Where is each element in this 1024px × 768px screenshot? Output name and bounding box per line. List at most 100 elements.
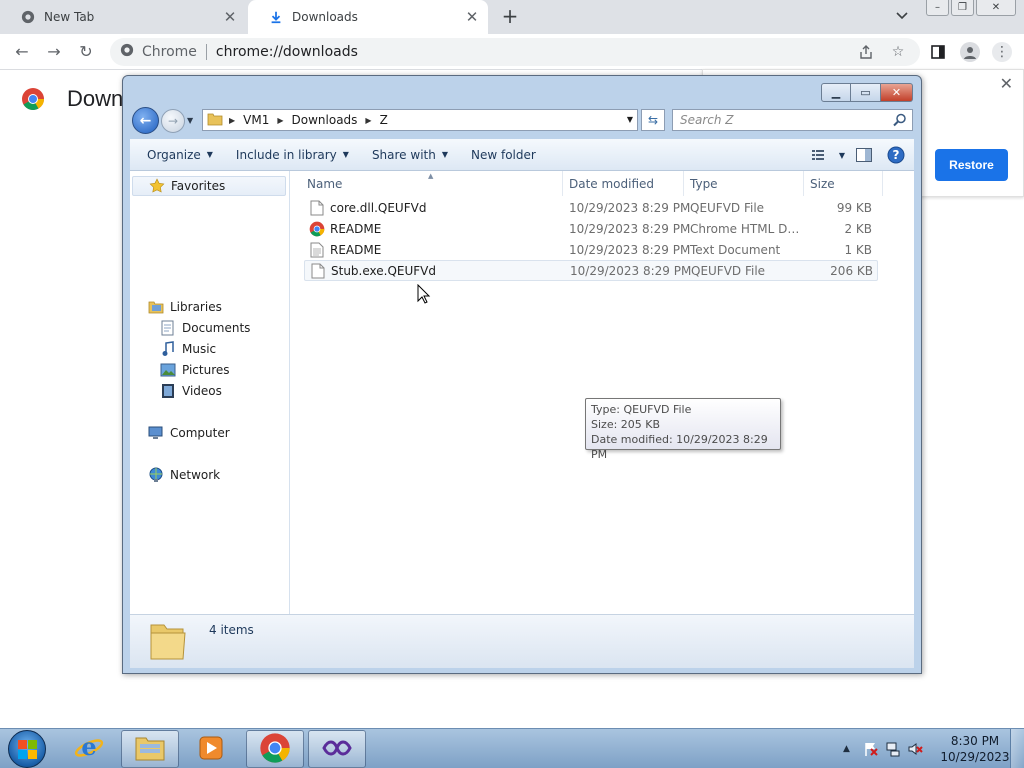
include-in-library-button[interactable]: Include in library ▼: [230, 148, 355, 162]
search-input[interactable]: Search Z: [672, 109, 913, 131]
explorer-window-controls: ▁ ▭ ✕: [821, 83, 913, 102]
address-dropdown-icon[interactable]: ▼: [627, 115, 633, 124]
videos-icon: [160, 383, 176, 399]
bookmark-star-icon[interactable]: ☆: [888, 42, 908, 62]
reload-icon[interactable]: ↻: [76, 42, 96, 62]
nav-pictures-label: Pictures: [182, 363, 230, 377]
file-row[interactable]: README 10/29/2023 8:29 PM Chrome HTML Do…: [304, 218, 878, 239]
omnibox[interactable]: Chrome chrome://downloads: [110, 38, 920, 66]
profile-avatar-icon[interactable]: [960, 42, 980, 62]
maximize-button[interactable]: ▭: [851, 83, 881, 102]
file-date: 10/29/2023 8:29 PM: [570, 263, 692, 278]
breadcrumb-arrow-icon[interactable]: ▶: [277, 116, 283, 125]
column-header-size[interactable]: Size: [804, 171, 883, 196]
blank-file-icon: [310, 263, 326, 279]
file-type: Text Document: [690, 242, 781, 257]
clock-time: 8:30 PM: [950, 734, 1000, 748]
file-row[interactable]: README 10/29/2023 8:29 PM Text Document …: [304, 239, 878, 260]
network-status-icon[interactable]: [884, 741, 902, 757]
share-with-button[interactable]: Share with ▼: [366, 148, 454, 162]
network-icon: [148, 467, 164, 483]
close-button[interactable]: ✕: [881, 83, 913, 102]
star-icon: [149, 178, 165, 194]
minimize-button[interactable]: –: [926, 0, 949, 16]
restore-button[interactable]: Restore: [935, 149, 1008, 181]
tab-new-tab[interactable]: New Tab ✕: [0, 0, 246, 34]
breadcrumb-arrow-icon[interactable]: ▶: [365, 116, 371, 125]
show-desktop-button[interactable]: [1010, 729, 1024, 768]
chevron-down-icon: ▼: [206, 150, 213, 159]
column-header-name[interactable]: Name: [301, 171, 563, 196]
nav-music[interactable]: Music: [160, 339, 216, 359]
breadcrumb-arrow-icon[interactable]: ▶: [229, 116, 235, 125]
file-tooltip: Type: QEUFVD File Size: 205 KB Date modi…: [585, 398, 781, 461]
computer-icon: [148, 425, 164, 441]
more-menu-icon[interactable]: ⋮: [992, 42, 1012, 62]
recent-pages-dropdown-icon[interactable]: ▼: [187, 116, 193, 125]
share-icon[interactable]: [856, 42, 876, 62]
back-arrow-icon[interactable]: ←: [12, 42, 32, 62]
folder-icon: [207, 112, 223, 129]
help-icon[interactable]: ?: [878, 146, 914, 164]
file-size: 1 KB: [844, 242, 872, 257]
minimize-button[interactable]: ▁: [821, 83, 851, 102]
taskbar-media-player[interactable]: [182, 730, 240, 768]
breadcrumb-z[interactable]: Z: [380, 113, 388, 127]
file-type: QEUFVD File: [690, 200, 765, 215]
preview-pane-icon[interactable]: [850, 148, 878, 162]
refresh-icon[interactable]: ⇆: [641, 109, 665, 131]
tab-search-chevron-icon[interactable]: [895, 8, 915, 26]
tab-close-icon[interactable]: ✕: [218, 8, 242, 26]
breadcrumb-downloads[interactable]: Downloads: [292, 113, 358, 127]
mouse-cursor-icon: [417, 283, 431, 307]
windows-logo-icon: [28, 750, 37, 759]
windows-logo-icon: [28, 740, 37, 749]
action-center-flag-icon[interactable]: [862, 741, 880, 757]
nav-network[interactable]: Network: [148, 465, 220, 485]
forward-arrow-icon[interactable]: →: [44, 42, 64, 62]
close-button[interactable]: ✕: [976, 0, 1016, 16]
media-player-icon: [198, 735, 224, 764]
column-header-type[interactable]: Type: [684, 171, 804, 196]
nav-favorites[interactable]: Favorites: [132, 176, 286, 196]
file-row[interactable]: core.dll.QEUFVd 10/29/2023 8:29 PM QEUFV…: [304, 197, 878, 218]
system-clock[interactable]: 8:30 PM 10/29/2023: [940, 733, 1010, 765]
organize-button[interactable]: Organize ▼: [141, 148, 219, 162]
documents-icon: [160, 320, 176, 336]
nav-libraries[interactable]: Libraries: [148, 297, 222, 317]
side-panel-icon[interactable]: [928, 42, 948, 62]
forward-arrow-icon[interactable]: →: [161, 109, 185, 133]
nav-videos[interactable]: Videos: [160, 381, 222, 401]
column-header-date[interactable]: Date modified: [563, 171, 684, 196]
view-dropdown-icon[interactable]: ▼: [834, 151, 850, 160]
breadcrumb-vm1[interactable]: VM1: [243, 113, 269, 127]
taskbar-visual-studio[interactable]: [308, 730, 366, 768]
file-row[interactable]: Stub.exe.QEUFVd 10/29/2023 8:29 PM QEUFV…: [304, 260, 878, 281]
show-hidden-icons-icon[interactable]: ▲: [843, 744, 850, 754]
tab-downloads[interactable]: Downloads ✕: [248, 0, 488, 34]
navigation-pane: Favorites Libraries Documents Music Pict…: [130, 171, 290, 614]
close-icon[interactable]: ✕: [1000, 74, 1013, 93]
file-size: 99 KB: [836, 200, 872, 215]
clock-date: 10/29/2023: [940, 750, 1010, 764]
view-options-icon[interactable]: [806, 149, 834, 161]
file-date: 10/29/2023 8:29 PM: [569, 200, 691, 215]
file-size: 2 KB: [844, 221, 872, 236]
new-folder-button[interactable]: New folder: [465, 148, 542, 162]
nav-computer[interactable]: Computer: [148, 423, 230, 443]
share-label: Share with: [371, 147, 436, 162]
taskbar-internet-explorer[interactable]: e: [60, 730, 118, 768]
volume-muted-icon[interactable]: [906, 741, 924, 757]
nav-documents[interactable]: Documents: [160, 318, 250, 338]
taskbar-chrome[interactable]: [246, 730, 304, 768]
svg-text:e: e: [81, 733, 96, 761]
address-bar[interactable]: ▶ VM1 ▶ Downloads ▶ Z ▼: [202, 109, 638, 131]
nav-pictures[interactable]: Pictures: [160, 360, 230, 380]
new-tab-button[interactable]: +: [498, 5, 522, 29]
tab-close-icon[interactable]: ✕: [460, 8, 484, 26]
maximize-button[interactable]: ❐: [951, 0, 974, 16]
file-date: 10/29/2023 8:29 PM: [569, 242, 691, 257]
back-arrow-icon[interactable]: ←: [132, 107, 159, 134]
taskbar-file-explorer[interactable]: [121, 730, 179, 768]
start-button[interactable]: [8, 730, 46, 768]
